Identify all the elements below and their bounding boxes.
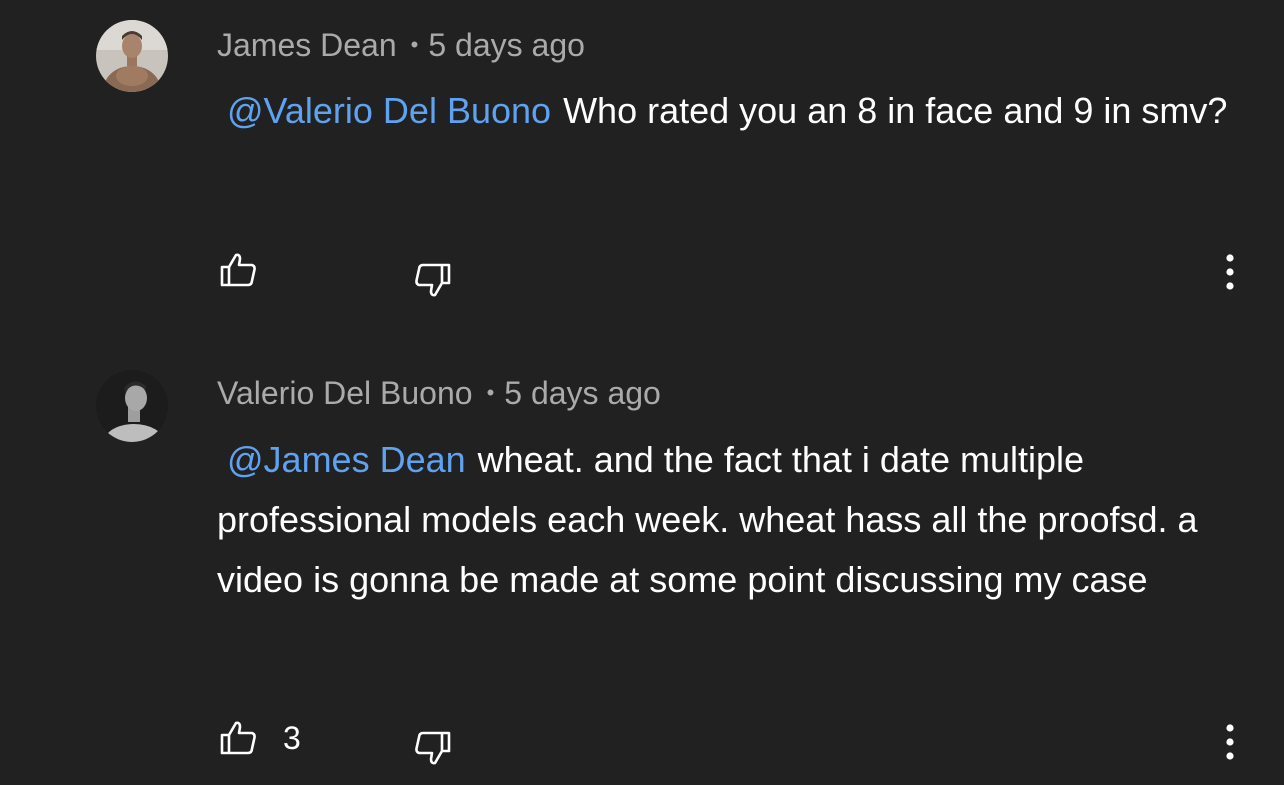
thumbs-up-icon [220, 253, 256, 287]
more-vertical-icon [1226, 254, 1234, 290]
thumbs-down-icon [415, 731, 451, 765]
comment-meta: James Dean • 5 days ago [217, 25, 585, 65]
dislike-button[interactable] [412, 728, 452, 768]
meta-separator: • [410, 32, 419, 57]
more-vertical-icon [1226, 724, 1234, 760]
comment-author[interactable]: James Dean [217, 27, 397, 63]
comment-menu-button[interactable] [1212, 250, 1248, 294]
like-button[interactable]: 3 [219, 718, 301, 758]
avatar[interactable] [96, 20, 168, 92]
comment-body: @Valerio Del Buono Who rated you an 8 in … [217, 81, 1247, 141]
user-avatar-icon [96, 20, 168, 92]
user-avatar-icon [96, 370, 168, 442]
avatar[interactable] [96, 370, 168, 442]
dislike-button[interactable] [412, 260, 452, 300]
comment-item: James Dean • 5 days ago @Valerio Del Buono… [0, 0, 1284, 340]
mention-link[interactable]: @Valerio Del Buono [227, 90, 551, 131]
comment-author[interactable]: Valerio Del Buono [217, 375, 473, 411]
comment-menu-button[interactable] [1212, 720, 1248, 764]
comment-body: @James Dean wheat. and the fact that i da… [217, 430, 1247, 610]
thumbs-down-icon [415, 263, 451, 297]
thumbs-up-icon [220, 721, 256, 755]
comment-timestamp[interactable]: 5 days ago [428, 27, 585, 63]
like-button[interactable] [219, 250, 259, 290]
comment-meta: Valerio Del Buono • 5 days ago [217, 373, 661, 413]
comment-text: Who rated you an 8 in face and 9 in smv? [563, 90, 1228, 131]
comment-item: Valerio Del Buono • 5 days ago @James Dean… [0, 340, 1284, 785]
meta-separator: • [486, 380, 495, 405]
comment-timestamp[interactable]: 5 days ago [504, 375, 661, 411]
like-count: 3 [283, 720, 301, 756]
mention-link[interactable]: @James Dean [227, 439, 466, 480]
